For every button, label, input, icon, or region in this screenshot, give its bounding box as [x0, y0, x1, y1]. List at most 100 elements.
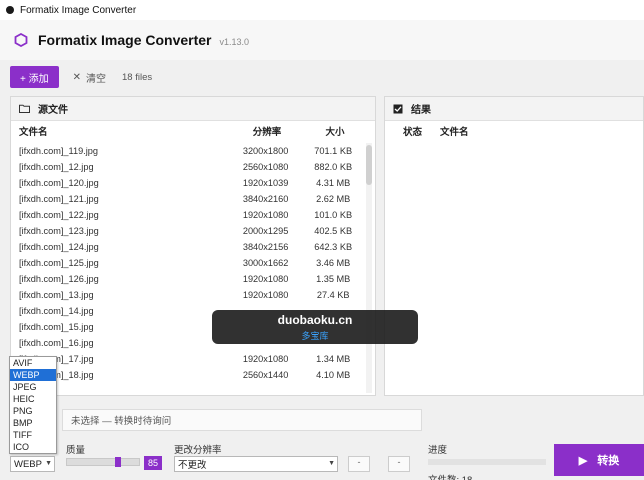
chevron-down-icon: ▼ — [328, 460, 335, 467]
toolbar: + 添加 ✕ 清空 18 files — [0, 60, 644, 94]
size-cell: 4.10 MB — [316, 370, 351, 380]
window-title: Formatix Image Converter — [20, 4, 137, 16]
column-size[interactable]: 大小 — [303, 124, 367, 138]
quality-slider[interactable] — [66, 457, 140, 467]
play-icon: ▶ — [578, 454, 588, 467]
resolution-cell: 2000x1295 — [242, 226, 289, 236]
file-name-cell: [ifxdh.com]_120.jpg — [19, 178, 99, 188]
table-row[interactable]: [ifxdh.com]_13.jpg 1920x1080 27.4 KB — [11, 287, 365, 303]
format-dropdown-menu: AVIF WEBP JPEG HEIC PNG BMP TIFF ICO — [9, 356, 57, 454]
file-name-cell: [ifxdh.com]_16.jpg — [19, 338, 94, 348]
watermark-name: 多宝库 — [301, 330, 329, 341]
close-icon: ✕ — [72, 71, 82, 83]
resolution-cell: 3840x2156 — [242, 242, 289, 252]
table-row[interactable]: [ifxdh.com]_124.jpg 3840x2156 642.3 KB — [11, 239, 365, 255]
format-option[interactable]: HEIC — [10, 393, 56, 405]
output-folder-status[interactable]: 未选择 — 转换时待询问 — [62, 409, 422, 431]
column-result-filename[interactable]: 文件名 — [440, 124, 469, 138]
format-option[interactable]: TIFF — [10, 429, 56, 441]
app-icon — [6, 6, 14, 14]
column-resolution[interactable]: 分辨率 — [231, 124, 303, 138]
width-stepper[interactable]: - — [348, 456, 370, 472]
size-cell: 4.31 MB — [316, 178, 351, 188]
size-cell: 701.1 KB — [314, 146, 353, 156]
hexagon-logo-icon — [14, 33, 28, 47]
column-status[interactable]: 状态 — [403, 124, 422, 138]
resolution-cell: 3200x1800 — [242, 146, 289, 156]
format-option[interactable]: PNG — [10, 405, 56, 417]
source-table-body: [ifxdh.com]_119.jpg 3200x1800 701.1 KB [ifx… — [11, 143, 365, 383]
result-table-header: 状态 文件名 — [385, 121, 643, 141]
format-option[interactable]: WEBP — [10, 369, 56, 381]
format-select-value: WEBP — [14, 458, 42, 470]
resolution-cell: 3000x1662 — [242, 258, 289, 268]
resolution-select-value: 不更改 — [178, 460, 207, 471]
quality-value: 85 — [144, 456, 162, 470]
source-panel-title: 源文件 — [38, 105, 68, 116]
clear-button[interactable]: ✕ 清空 — [67, 66, 112, 88]
watermark-overlay: duobaoku.cn 多宝库 — [212, 310, 418, 344]
file-name-cell: [ifxdh.com]_124.jpg — [19, 242, 99, 252]
window-titlebar: Formatix Image Converter — [0, 0, 644, 20]
resolution-select[interactable]: 不更改 ▼ — [174, 456, 338, 472]
resolution-cell: 2560x1440 — [242, 370, 289, 380]
folder-icon — [19, 104, 30, 113]
size-cell: 642.3 KB — [314, 242, 353, 252]
table-row[interactable]: [ifxdh.com]_18.jpg2560x14404.10 MB — [11, 367, 365, 383]
chevron-down-icon: ▼ — [45, 460, 52, 467]
resolution-cell: 3840x2160 — [242, 194, 289, 204]
table-row[interactable]: [ifxdh.com]_120.jpg 1920x1039 4.31 MB — [11, 175, 365, 191]
file-name-cell: [ifxdh.com]_122.jpg — [19, 210, 99, 220]
quality-slider-thumb[interactable] — [115, 457, 121, 467]
convert-label: 转换 — [597, 455, 620, 467]
file-name-cell: [ifxdh.com]_15.jpg — [19, 322, 94, 332]
table-row[interactable]: [ifxdh.com]_12.jpg 2560x1080 882.0 KB — [11, 159, 365, 175]
resolution-cell: 1920x1080 — [242, 210, 289, 220]
size-cell: 882.0 KB — [314, 162, 353, 172]
source-files-panel: 源文件 文件名 分辨率 大小 [ifxdh.com]_119.jpg 3200x1… — [10, 96, 376, 396]
file-name-cell: [ifxdh.com]_126.jpg — [19, 274, 99, 284]
file-name-cell: [ifxdh.com]_119.jpg — [19, 146, 98, 156]
height-stepper[interactable]: - — [388, 456, 410, 472]
table-row[interactable]: [ifxdh.com]_119.jpg 3200x1800 701.1 KB — [11, 143, 365, 159]
table-row[interactable]: [ifxdh.com]_123.jpg 2000x1295 402.5 KB — [11, 223, 365, 239]
size-cell: 2.62 MB — [316, 194, 351, 204]
format-option[interactable]: AVIF — [10, 357, 56, 369]
table-row[interactable]: [ifxdh.com]_17.jpg1920x10801.34 MB — [11, 351, 365, 367]
file-name-cell: [ifxdh.com]_14.jpg — [19, 306, 94, 316]
size-cell: 27.4 KB — [316, 290, 350, 300]
table-row[interactable]: [ifxdh.com]_126.jpg 1920x1080 1.35 MB — [11, 271, 365, 287]
format-option[interactable]: BMP — [10, 417, 56, 429]
source-table-header: 文件名 分辨率 大小 — [11, 121, 375, 141]
file-count: 18 files — [122, 71, 153, 83]
format-option[interactable]: ICO — [10, 441, 56, 453]
resolution-cell: 1920x1080 — [242, 354, 289, 364]
file-name-cell: [ifxdh.com]_123.jpg — [19, 226, 99, 236]
progress-bar — [428, 459, 546, 465]
size-cell: 402.5 KB — [314, 226, 353, 236]
table-row[interactable]: [ifxdh.com]_125.jpg 3000x1662 3.46 MB — [11, 255, 365, 271]
scrollbar-thumb[interactable] — [366, 145, 372, 185]
app-header: Formatix Image Converter v1.13.0 — [0, 20, 644, 60]
table-row[interactable]: [ifxdh.com]_122.jpg 1920x1080 101.0 KB — [11, 207, 365, 223]
app-name: Formatix Image Converter — [38, 32, 212, 48]
add-files-button[interactable]: + 添加 — [10, 66, 59, 88]
file-name-cell: [ifxdh.com]_125.jpg — [19, 258, 99, 268]
table-row[interactable]: [ifxdh.com]_121.jpg 3840x2160 2.62 MB — [11, 191, 365, 207]
size-cell: 3.46 MB — [316, 258, 351, 268]
progress-label: 进度 — [428, 445, 448, 456]
resolution-cell: 2560x1080 — [242, 162, 289, 172]
column-filename[interactable]: 文件名 — [11, 124, 231, 138]
resolution-label: 更改分辨率 — [174, 445, 222, 456]
file-name-cell: [ifxdh.com]_121.jpg — [19, 194, 99, 204]
checkbox-icon — [393, 104, 403, 113]
result-panel-title: 结果 — [411, 105, 431, 116]
source-panel-header: 源文件 — [11, 97, 375, 121]
result-panel-header: 结果 — [385, 97, 643, 121]
convert-button[interactable]: ▶ 转换 — [554, 444, 644, 476]
format-option[interactable]: JPEG — [10, 381, 56, 393]
format-select[interactable]: WEBP ▼ — [10, 456, 55, 472]
file-name-cell: [ifxdh.com]_13.jpg — [19, 290, 94, 300]
size-cell: 101.0 KB — [314, 210, 353, 220]
file-name-cell: [ifxdh.com]_12.jpg — [19, 162, 94, 172]
